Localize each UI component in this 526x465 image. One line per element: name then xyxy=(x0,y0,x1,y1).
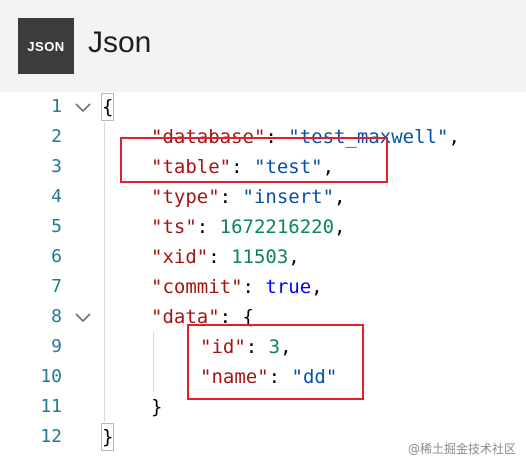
code-text: } xyxy=(102,422,113,452)
json-punctuation: } xyxy=(151,396,163,418)
json-punctuation: } xyxy=(102,426,114,448)
json-punctuation: : xyxy=(242,276,266,298)
fold-chevron-down-icon[interactable] xyxy=(74,308,92,326)
json-logo-icon: JSON xyxy=(18,18,74,74)
json-punctuation: : xyxy=(196,216,220,238)
json-punctuation: , xyxy=(288,246,300,268)
line-number: 10 xyxy=(40,366,62,387)
page-title: Json xyxy=(88,26,152,59)
json-punctuation: : xyxy=(208,246,232,268)
json-key: "ts" xyxy=(151,216,197,238)
line-number: 11 xyxy=(40,396,62,417)
json-key: "commit" xyxy=(151,276,243,298)
json-key: "xid" xyxy=(151,246,209,268)
line-number: 9 xyxy=(51,336,62,357)
code-text: "commit": true, xyxy=(151,272,323,302)
code-line[interactable]: 4 "type": "insert", xyxy=(0,182,526,212)
json-punctuation: , xyxy=(311,276,323,298)
line-number: 3 xyxy=(51,156,62,177)
json-punctuation: , xyxy=(334,186,346,208)
code-text: "ts": 1672216220, xyxy=(151,212,346,242)
fold-chevron-down-icon[interactable] xyxy=(74,98,92,116)
code-line[interactable]: 6 "xid": 11503, xyxy=(0,242,526,272)
code-text: "type": "insert", xyxy=(151,182,346,212)
line-number: 2 xyxy=(51,126,62,147)
line-number: 1 xyxy=(51,96,62,117)
highlight-table-box xyxy=(120,137,388,183)
line-number: 6 xyxy=(51,246,62,267)
code-line[interactable]: 7 "commit": true, xyxy=(0,272,526,302)
json-number-value: 11503 xyxy=(231,246,289,268)
code-editor[interactable]: 1{2 "database": "test_maxwell", 3 "table": … xyxy=(0,92,526,465)
highlight-data-fields-box xyxy=(187,324,364,400)
title-bar: JSON Json xyxy=(0,0,526,92)
line-number: 5 xyxy=(51,216,62,237)
line-number: 4 xyxy=(51,186,62,207)
json-punctuation: { xyxy=(102,96,114,118)
line-number: 7 xyxy=(51,276,62,297)
json-viewer-window: JSON Json 1{2 "database": "test_maxwell",… xyxy=(0,0,526,465)
json-punctuation: , xyxy=(334,216,346,238)
json-number-value: 1672216220 xyxy=(219,216,335,238)
line-number: 12 xyxy=(40,426,62,447)
code-line[interactable]: 1{ xyxy=(0,92,526,122)
json-boolean-value: true xyxy=(265,276,312,298)
watermark: @稀土掘金技术社区 xyxy=(407,442,516,456)
code-line[interactable]: 5 "ts": 1672216220, xyxy=(0,212,526,242)
json-punctuation: , xyxy=(448,126,460,148)
json-key: "type" xyxy=(151,186,220,208)
json-punctuation: : xyxy=(219,186,243,208)
code-text: } xyxy=(151,392,162,422)
json-string-value: "insert" xyxy=(242,186,335,208)
line-number: 8 xyxy=(51,306,62,327)
logo-text: JSON xyxy=(27,38,65,54)
code-text: "xid": 11503, xyxy=(151,242,300,272)
code-text: { xyxy=(102,92,113,122)
